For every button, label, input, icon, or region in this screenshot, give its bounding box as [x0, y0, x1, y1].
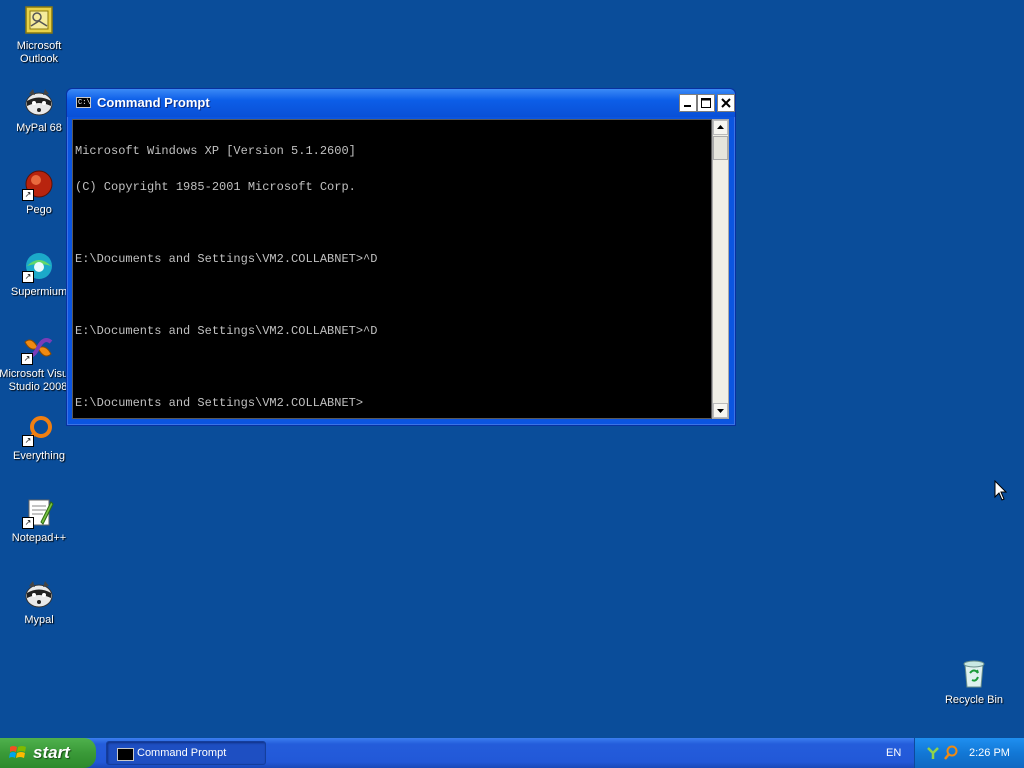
taskbar-button-command-prompt[interactable]: Command Prompt [106, 741, 266, 765]
window-titlebar[interactable]: C:\ Command Prompt [67, 89, 735, 117]
system-tray: 2:26 PM [914, 738, 1024, 768]
desktop-icon-notepadpp[interactable]: ↗ Notepad++ [0, 496, 78, 545]
clock[interactable]: 2:26 PM [969, 738, 1010, 768]
notepadpp-icon: ↗ [22, 496, 55, 529]
scroll-down-button[interactable] [713, 403, 728, 418]
minimize-button[interactable] [679, 94, 697, 112]
desktop-icon-label: Microsoft Outlook [16, 40, 62, 65]
scroll-thumb[interactable] [713, 136, 728, 160]
console-icon[interactable]: C:\ [76, 97, 91, 108]
recycle-bin-icon [958, 658, 990, 690]
taskbar-button-label: Command Prompt [137, 747, 227, 759]
desktop-icon-recycle-bin[interactable]: Recycle Bin [935, 658, 1013, 707]
close-button[interactable] [717, 94, 735, 112]
everything-icon: ↗ [22, 414, 55, 447]
supermium-icon: ↗ [22, 250, 55, 283]
vertical-scrollbar[interactable] [712, 119, 729, 419]
shortcut-arrow-icon: ↗ [22, 517, 34, 529]
maximize-icon [701, 98, 711, 108]
raccoon-icon [23, 578, 55, 610]
start-label: start [33, 743, 70, 762]
maximize-button[interactable] [697, 94, 715, 112]
shortcut-arrow-icon: ↗ [21, 353, 33, 365]
scroll-up-button[interactable] [713, 120, 728, 135]
console-line: E:\Documents and Settings\VM2.COLLABNET>… [75, 324, 378, 338]
arrow-up-icon [717, 125, 724, 129]
command-prompt-window[interactable]: C:\ Command Prompt Microsoft Windows XP … [66, 88, 736, 426]
console-line: Microsoft Windows XP [Version 5.1.2600] [75, 144, 356, 158]
desktop-icon-label: Mypal [24, 614, 54, 626]
desktop-icon-label: Notepad++ [11, 532, 67, 544]
raccoon-icon [23, 86, 55, 118]
network-icon[interactable] [925, 745, 941, 761]
arrow-down-icon [717, 409, 724, 413]
desktop-icon-mypal[interactable]: Mypal [0, 578, 78, 627]
mouse-cursor-icon [994, 480, 1008, 501]
visual-studio-icon: ↗ [21, 332, 54, 365]
pego-icon: ↗ [22, 168, 55, 201]
console-output[interactable]: Microsoft Windows XP [Version 5.1.2600] … [72, 119, 712, 419]
close-icon [721, 98, 731, 108]
windows-logo-icon [9, 746, 26, 758]
shortcut-arrow-icon: ↗ [22, 189, 34, 201]
window-title: Command Prompt [97, 95, 210, 110]
language-indicator[interactable]: EN [886, 738, 901, 768]
start-button[interactable]: start [0, 738, 96, 768]
shortcut-arrow-icon: ↗ [22, 435, 34, 447]
desktop-icon-label: Recycle Bin [944, 694, 1004, 706]
desktop-icon-outlook[interactable]: Microsoft Outlook [0, 4, 78, 66]
console-line: E:\Documents and Settings\VM2.COLLABNET>… [75, 252, 378, 266]
console-line: (C) Copyright 1985-2001 Microsoft Corp. [75, 180, 356, 194]
taskbar: start Command Prompt EN 2:26 PM [0, 738, 1024, 768]
console-icon [117, 748, 134, 761]
minimize-icon [684, 105, 691, 107]
shortcut-arrow-icon: ↗ [22, 271, 34, 283]
outlook-icon [23, 4, 55, 36]
console-line: E:\Documents and Settings\VM2.COLLABNET> [75, 396, 364, 410]
desktop-icon-label: Everything [13, 450, 65, 462]
search-icon[interactable] [943, 745, 959, 761]
